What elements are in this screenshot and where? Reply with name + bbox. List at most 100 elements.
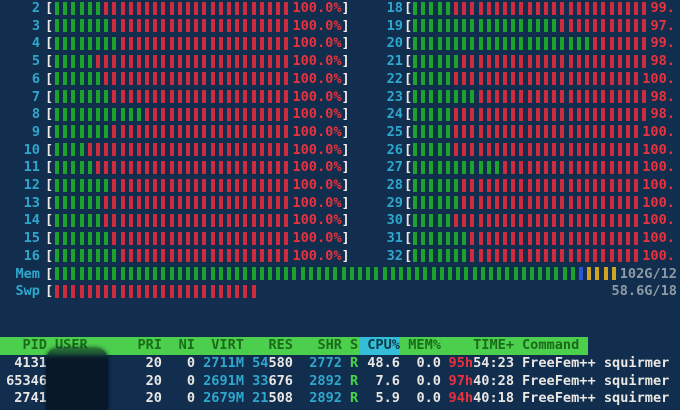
meter-pipe: [95, 160, 100, 174]
meter-pipe: [136, 19, 141, 33]
meter-pipe: [202, 72, 207, 86]
meter-pipe: [308, 267, 313, 280]
meter-open-bracket: [: [404, 17, 413, 34]
meter-pipe: [210, 107, 215, 121]
meter-pipe: [535, 160, 540, 174]
meter-pipe: [112, 90, 117, 103]
header-time[interactable]: TIME+: [441, 337, 514, 355]
meter-pipe: [470, 160, 475, 174]
meter-pipe: [527, 125, 532, 139]
meter-pipe: [251, 107, 256, 121]
meter-pipe: [568, 19, 573, 33]
header-shr[interactable]: SHR: [293, 337, 342, 355]
meter-pipe: [177, 213, 182, 227]
meter-pipe: [104, 178, 109, 192]
meter-pipe: [527, 231, 532, 245]
meter-pipe: [413, 72, 417, 86]
meter-pipe: [194, 72, 199, 86]
meter-pipe: [136, 125, 141, 139]
meter-pipe: [112, 284, 117, 298]
meter-pipe: [251, 125, 256, 139]
meter-pipe: [251, 213, 256, 227]
cpu-meter-bar: 100.0%]: [55, 230, 350, 248]
meter-pipe: [538, 267, 543, 280]
meter-pipe: [521, 267, 526, 280]
meter-pipe: [71, 125, 76, 139]
meter-pipe: [625, 231, 630, 245]
memory-meter-bar: [55, 266, 620, 284]
header-pid[interactable]: PID: [0, 337, 47, 355]
meter-open-bracket: [: [45, 212, 54, 229]
meter-pipe: [341, 267, 346, 280]
meter-pipe: [153, 284, 158, 298]
meter-pipe: [445, 196, 450, 210]
meter-pipe: [71, 249, 76, 263]
meter-close-bracket: ]: [341, 106, 350, 123]
header-mem[interactable]: MEM%: [400, 337, 441, 355]
meter-pipe: [552, 107, 557, 121]
cpu-number: 31: [386, 230, 403, 247]
meter-pipe: [161, 213, 166, 227]
meter-pipe: [136, 107, 141, 121]
meter-pipe: [243, 178, 248, 192]
meter-pipe: [71, 72, 76, 86]
meter-pipe: [267, 36, 272, 50]
cpu-number: 13: [23, 194, 40, 211]
meter-pipe: [169, 143, 174, 157]
cpu-percent-label: 100.0%: [292, 53, 342, 70]
meter-pipe: [413, 107, 417, 121]
meter-pipe: [120, 36, 125, 50]
meter-pipe: [235, 1, 240, 15]
meter-pipe: [593, 36, 598, 50]
meter-pipe: [104, 36, 109, 50]
meter-pipe: [104, 90, 109, 103]
meter-open-bracket: [: [404, 35, 413, 52]
meter-pipe: [79, 196, 84, 210]
meter-pipe: [576, 178, 581, 192]
meter-pipe: [519, 213, 524, 227]
header-ni[interactable]: NI: [162, 337, 195, 355]
cell-time: 94h40:18: [441, 390, 514, 408]
meter-pipe: [243, 284, 248, 298]
cell-ni: 0: [186, 355, 195, 371]
meter-pipe: [625, 196, 630, 210]
meter-pipe: [284, 19, 289, 33]
cpu-meter-bar: 100.0%]: [55, 18, 350, 36]
meter-pipe: [87, 125, 92, 139]
meter-pipe: [210, 72, 215, 86]
meter-pipe: [593, 160, 598, 174]
meter-pipe: [642, 90, 647, 103]
meter-pipe: [128, 107, 133, 121]
meter-pipe: [186, 213, 190, 227]
meter-pipe: [284, 125, 289, 139]
meter-pipe: [511, 1, 516, 15]
meter-pipe: [413, 19, 417, 33]
res-remainder: 508: [268, 390, 293, 407]
header-pri[interactable]: PRI: [121, 337, 162, 355]
meter-pipe: [453, 36, 458, 50]
cpu-number: 21: [386, 53, 403, 70]
meter-pipe: [194, 107, 199, 121]
header-res[interactable]: RES: [244, 337, 293, 355]
cell-command: FreeFem++ squirmer: [522, 355, 670, 371]
meter-pipe: [486, 54, 491, 68]
cell-pri: 20: [145, 372, 162, 389]
meter-pipe: [584, 1, 589, 15]
meter-pipe: [511, 90, 516, 103]
header-cpu-sort-column[interactable]: CPU%: [359, 337, 400, 355]
meter-pipe: [511, 107, 516, 121]
meter-pipe: [251, 160, 256, 174]
user-column-redaction-overlay: [46, 348, 108, 410]
meter-open-bracket: [: [404, 53, 413, 70]
meter-pipe: [478, 36, 483, 50]
meter-close-bracket: ]: [341, 247, 350, 264]
meter-pipe: [169, 19, 174, 33]
meter-pipe: [456, 267, 461, 280]
meter-pipe: [462, 36, 467, 50]
meter-pipe: [421, 249, 426, 263]
header-virt[interactable]: VIRT: [195, 337, 244, 355]
meter-pipe: [169, 1, 174, 15]
meter-pipe: [593, 178, 598, 192]
header-command[interactable]: Command: [522, 337, 579, 355]
cpu-meter-bar: 100.0%]: [55, 124, 350, 142]
